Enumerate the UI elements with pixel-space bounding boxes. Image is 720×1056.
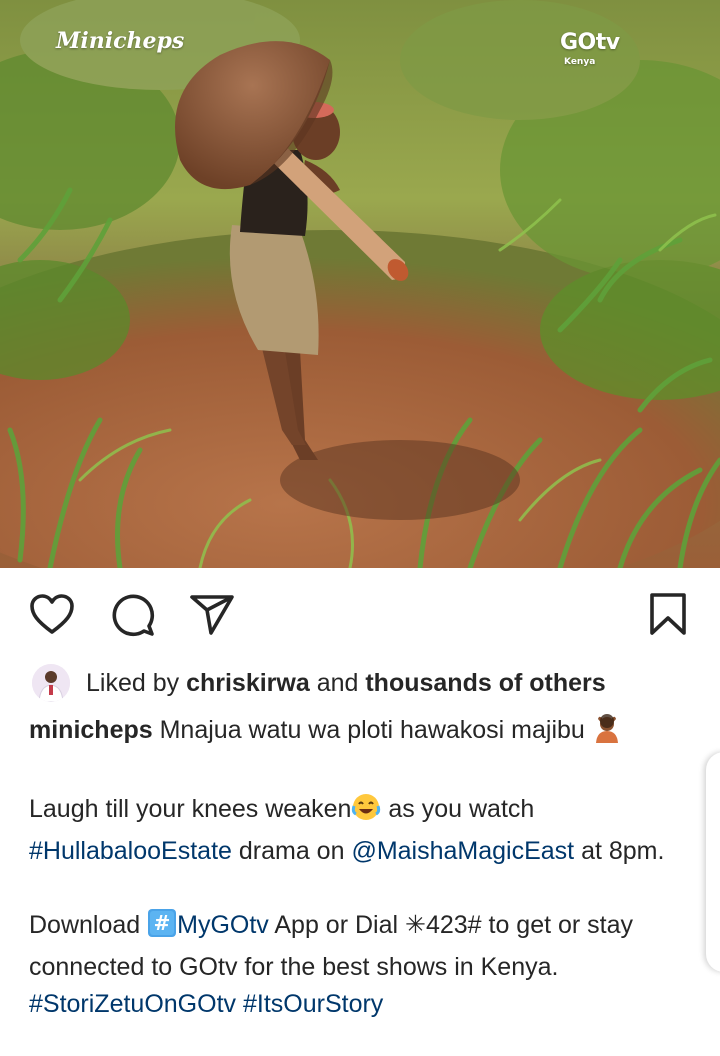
avatar-image	[32, 664, 70, 702]
brand-logo-minicheps: Minicheps	[56, 28, 185, 54]
svg-text:#: #	[154, 911, 171, 935]
hash-keycap-emoji-icon: #	[147, 908, 177, 949]
edge-side-panel[interactable]	[706, 752, 720, 972]
caption-paragraph-3: Download # MyGOtv App or Dial ✳423# to ge…	[29, 907, 709, 1023]
brand-logo-gotv: GOtv Kenya	[560, 32, 620, 67]
caption-text-2a: Laugh till your knees weaken	[29, 795, 352, 823]
post-action-bar	[0, 588, 720, 640]
hashtag-mygotv[interactable]: MyGOtv	[177, 911, 269, 939]
hashtag-its-our-story[interactable]: #ItsOurStory	[243, 990, 383, 1018]
post-photo-illustration	[0, 0, 720, 568]
person-gesturing-emoji-icon	[592, 713, 622, 754]
hashtag-storizetu-on-gotv[interactable]: #StoriZetuOnGOtv	[29, 990, 236, 1018]
post-image[interactable]: Minicheps GOtv Kenya	[0, 0, 720, 568]
save-button[interactable]	[644, 588, 692, 640]
comment-icon	[112, 594, 155, 637]
rolling-laughing-emoji-icon	[351, 792, 381, 833]
caption-text-2d: at 8pm.	[574, 837, 665, 865]
likes-others[interactable]: thousands of others	[365, 669, 605, 698]
mention-maisha-magic-east[interactable]: @MaishaMagicEast	[351, 837, 574, 865]
likes-summary[interactable]: Liked by chriskirwa and thousands of oth…	[32, 664, 606, 702]
like-button[interactable]	[28, 588, 76, 640]
caption-text-2b: as you watch	[381, 795, 535, 823]
bookmark-icon	[650, 593, 686, 635]
share-icon	[190, 595, 234, 635]
heart-icon	[30, 594, 74, 634]
likes-prefix: Liked by	[86, 668, 187, 697]
comment-button[interactable]	[108, 588, 156, 640]
likes-middle: and	[309, 668, 366, 697]
brand-logo-gotv-text: GOtv	[560, 30, 620, 55]
caption-text-1: Mnajua watu wa ploti hawakosi majibu	[152, 716, 592, 744]
caption-text-2c: drama on	[231, 837, 352, 865]
liker-username[interactable]: chriskirwa	[186, 669, 310, 698]
share-button[interactable]	[188, 588, 236, 640]
liker-avatar[interactable]	[32, 664, 70, 702]
caption-paragraph-2: Laugh till your knees weaken as you watc…	[29, 791, 709, 870]
caption-line-1: minicheps Mnajua watu wa ploti hawakosi …	[29, 712, 709, 754]
post-caption: minicheps Mnajua watu wa ploti hawakosi …	[29, 712, 709, 1023]
caption-username[interactable]: minicheps	[29, 716, 153, 744]
caption-text-3a: Download	[29, 911, 148, 939]
brand-logo-gotv-sub: Kenya	[564, 57, 596, 67]
hashtag-hullabaloo-estate[interactable]: #HullabalooEstate	[29, 837, 232, 865]
